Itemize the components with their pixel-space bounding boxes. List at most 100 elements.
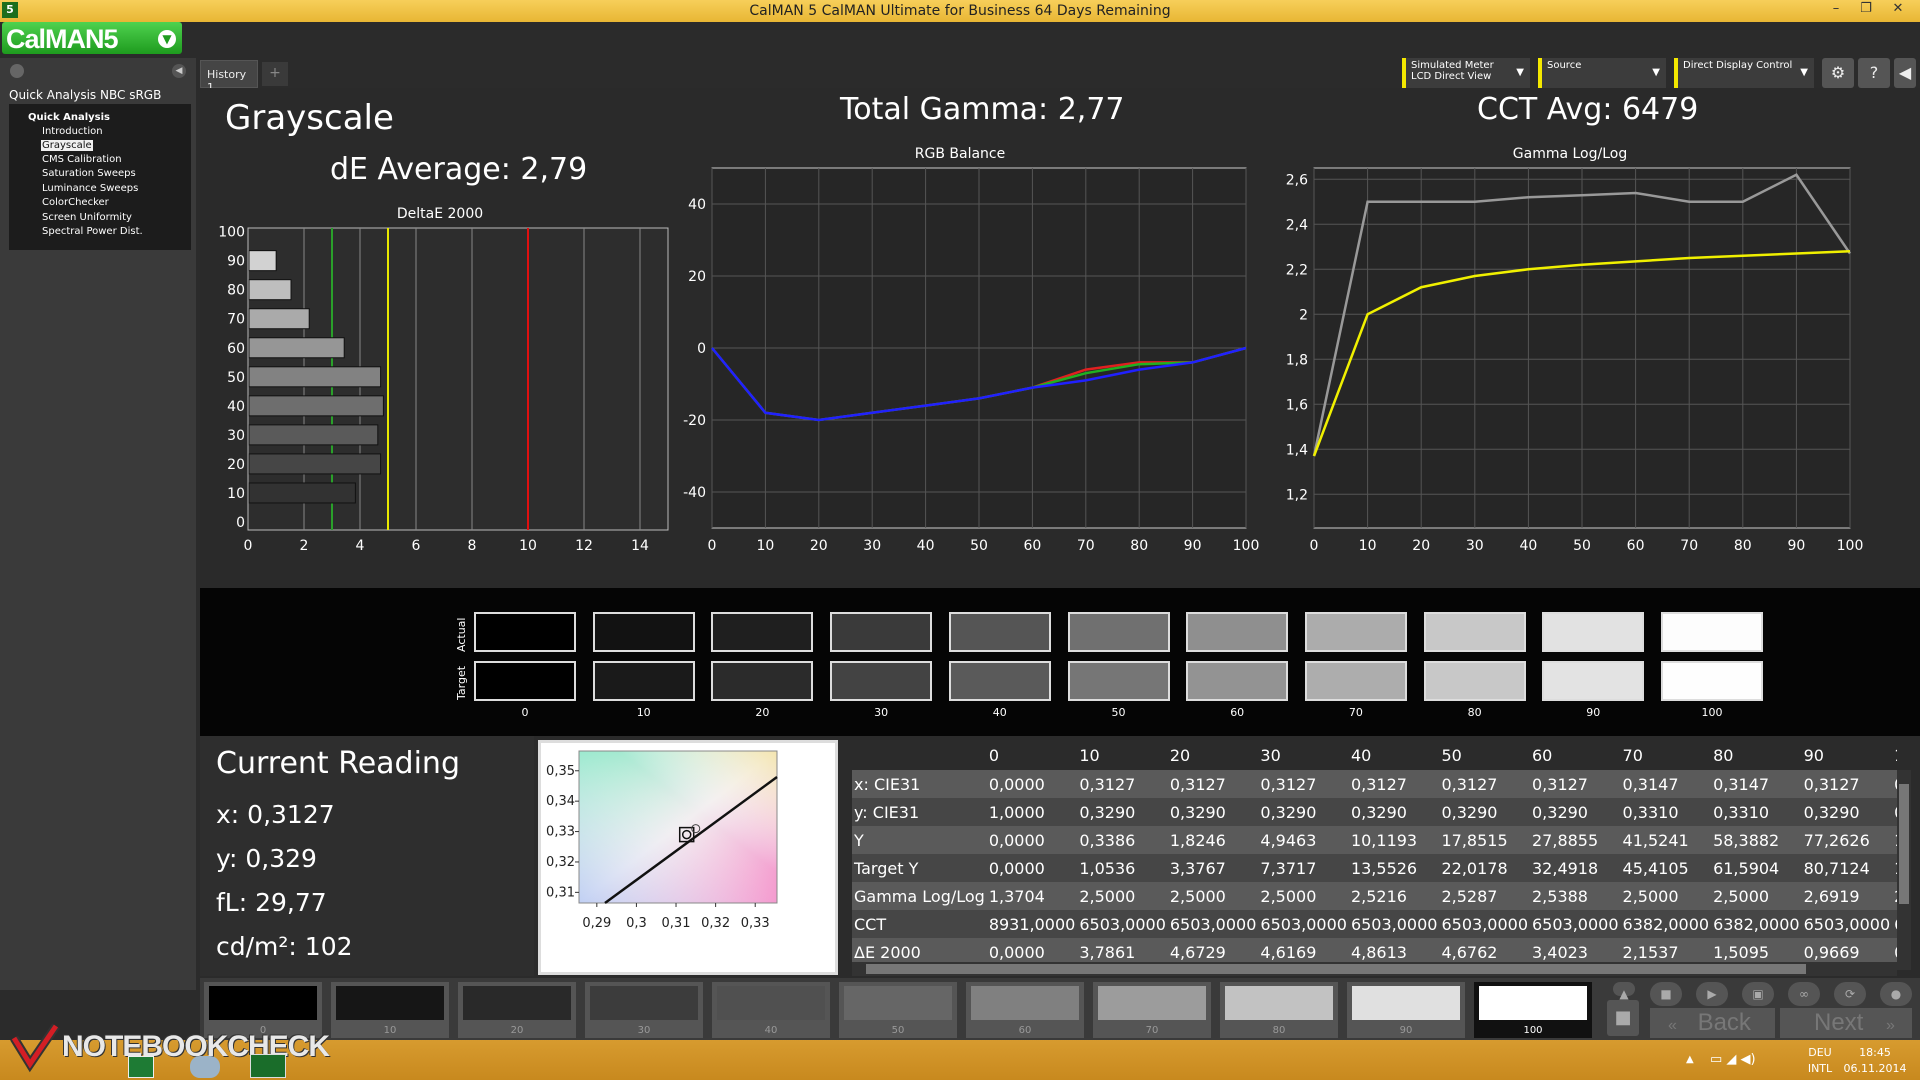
help-icon[interactable]: ? [1858, 58, 1890, 88]
table-cell: 0,0000 [988, 858, 1045, 878]
target-swatch [1186, 661, 1289, 701]
restore-button[interactable]: ❐ [1852, 1, 1880, 21]
tray-icons[interactable]: ▭ ◢ ◀) [1710, 1052, 1756, 1067]
horizontal-scrollbar[interactable] [852, 962, 1897, 976]
up-icon[interactable]: ▲ [1613, 982, 1635, 1001]
swatch-fill [844, 986, 952, 1020]
tray-arrow-icon[interactable]: ▲ [1686, 1054, 1694, 1065]
target-swatch [1423, 661, 1526, 701]
y-tick-label: 80 [227, 283, 245, 299]
tree-item-colorchecker[interactable]: ColorChecker [41, 197, 110, 208]
gamma-chart: 1,2 1,4 1,6 1,8 2 2,2 2,4 2,6 0 10 20 30 40 50 60 70 80 9… [1286, 167, 1864, 554]
swatch-fill [1225, 986, 1333, 1020]
tree-item-introduction[interactable]: Introduction [41, 126, 104, 137]
table-cell: 0,3290 [1803, 802, 1860, 822]
x-tick-label: 10 [1359, 538, 1377, 554]
tree-item-cms-calibration[interactable]: CMS Calibration [41, 154, 123, 165]
x-tick-label: 20 [810, 538, 828, 554]
table-cell: 6382,0000 [1713, 914, 1800, 934]
table-cell: 61,5904 [1713, 858, 1780, 878]
taskbar-app-icon[interactable] [190, 1056, 220, 1078]
y-tick-label: 90 [227, 254, 245, 270]
column-header [852, 740, 987, 770]
play-icon[interactable]: ▶ [1696, 982, 1728, 1006]
meter-line1: Simulated Meter [1411, 60, 1494, 71]
table-cell: 0,3290 [1079, 802, 1136, 822]
y-tick-label: 1,8 [1286, 352, 1308, 368]
pattern-swatch-button[interactable]: 10 [331, 982, 449, 1038]
source-dropdown[interactable]: Source ▼ [1538, 58, 1666, 88]
meter-line2: LCD Direct View [1411, 71, 1492, 82]
tray-language[interactable]: DEU INTL [1804, 1046, 1836, 1075]
tree-group-label[interactable]: Quick Analysis [28, 112, 110, 123]
pattern-swatch-button[interactable]: 70 [1093, 982, 1211, 1038]
save-icon[interactable]: ▣ [1742, 982, 1774, 1006]
next-button[interactable]: Next » [1780, 1008, 1912, 1038]
table-cell: 2,5388 [1532, 886, 1588, 906]
back-button[interactable]: « Back [1650, 1008, 1775, 1038]
deltae-bar [248, 453, 382, 475]
tray-clock[interactable]: 18:45 06.11.2014 [1840, 1046, 1910, 1075]
table-cell: 6382,0000 [1622, 914, 1710, 934]
x-tick-label: 100 [1233, 538, 1260, 554]
tree-item-screen-uniformity[interactable]: Screen Uniformity [41, 212, 133, 223]
add-tab-button[interactable]: + [262, 62, 288, 86]
stop-icon[interactable]: ■ [1650, 982, 1682, 1006]
x-tick-label: 0,33 [741, 916, 770, 931]
pattern-swatch-button[interactable]: 30 [585, 982, 703, 1038]
pattern-swatch-button[interactable]: 60 [966, 982, 1084, 1038]
tree-item-spectral-power[interactable]: Spectral Power Dist. [41, 226, 144, 237]
taskbar-calman-icon[interactable] [250, 1054, 286, 1078]
scroll-thumb[interactable] [1899, 784, 1909, 904]
next-label: Next [1814, 1009, 1864, 1036]
tree-item-grayscale[interactable]: Grayscale [41, 140, 93, 151]
pattern-swatch-button[interactable]: 90 [1347, 982, 1465, 1038]
row-label: CCT [854, 914, 887, 934]
actual-swatch [474, 612, 576, 652]
y-tick-label: 0,32 [546, 855, 575, 870]
swatch-fill [717, 986, 825, 1020]
table-row: Target Y 0,0000 1,0536 3,3767 7,3717 13,5526 2… [852, 854, 1897, 882]
swatch-level-label: 40 [992, 706, 1007, 719]
stop-square-icon[interactable]: ■ [1607, 1000, 1639, 1036]
y-tick-label: 0,35 [546, 764, 575, 779]
circle-icon[interactable]: ● [1880, 982, 1912, 1006]
actual-swatch [592, 612, 695, 652]
table-cell: 4,9463 [1260, 830, 1317, 850]
pattern-swatch-button[interactable]: 100 [1474, 982, 1592, 1038]
refresh-icon[interactable]: ⟳ [1834, 982, 1866, 1006]
pattern-swatch-button[interactable]: 20 [458, 982, 576, 1038]
minimize-button[interactable]: – [1822, 1, 1850, 21]
pattern-swatch-button[interactable]: 80 [1220, 982, 1338, 1038]
chevron-down-icon: ▼ [1652, 67, 1660, 78]
x-tick-label: 100 [1837, 538, 1864, 554]
table-cell: 0,3290 [1441, 802, 1498, 822]
tree-item-luminance-sweeps[interactable]: Luminance Sweeps [41, 183, 139, 194]
table-header-row: 0 10 20 30 40 50 60 70 80 90 100 [852, 740, 1897, 770]
target-swatch [1661, 661, 1763, 701]
swatch-fill [1479, 986, 1587, 1020]
pattern-swatch-button[interactable]: 50 [839, 982, 957, 1038]
x-tick-label: 0,31 [662, 916, 691, 931]
table-cell: 6503,0000 [1803, 914, 1891, 934]
pattern-swatch-button[interactable]: 40 [712, 982, 830, 1038]
scroll-thumb[interactable] [866, 964, 1806, 974]
close-button[interactable]: ✕ [1884, 1, 1912, 21]
loop-icon[interactable]: ∞ [1788, 982, 1820, 1006]
meter-dropdown[interactable]: Simulated Meter LCD Direct View ▼ [1402, 58, 1530, 88]
collapse-arrow-icon[interactable]: ◀ [172, 64, 186, 78]
panel-pin-icon[interactable] [10, 64, 24, 78]
tab-history-1[interactable]: History 1 [200, 60, 258, 94]
column-header: 10 [1079, 745, 1100, 765]
calman-logo-menu[interactable]: CalMAN5 ▼ [2, 22, 182, 54]
gear-icon[interactable]: ⚙ [1822, 58, 1854, 88]
vertical-scrollbar[interactable] [1897, 770, 1911, 970]
display-dropdown[interactable]: Direct Display Control ▼ [1674, 58, 1814, 88]
taskbar-excel-icon[interactable] [128, 1056, 154, 1078]
column-header: 90 [1803, 745, 1824, 765]
table-cell: 2,6919 [1803, 886, 1860, 906]
x-tick-label: 0 [1310, 538, 1319, 554]
arrow-icon[interactable]: ◀ [1894, 58, 1916, 88]
actual-swatch [948, 612, 1051, 652]
tree-item-saturation-sweeps[interactable]: Saturation Sweeps [41, 168, 137, 179]
